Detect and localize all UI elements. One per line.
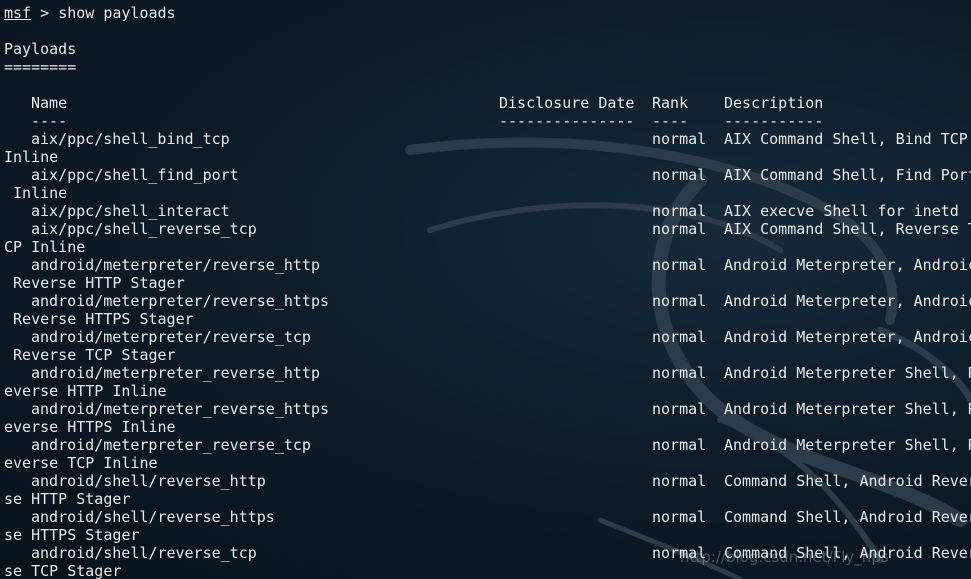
terminal-output[interactable]: msf > show payloads Payloads ======== Na… [0, 0, 971, 579]
wrapped-description: se TCP Stager [4, 562, 122, 579]
payload-description: AIX Command Shell, Find Port [724, 166, 971, 184]
payload-rank: normal [652, 508, 707, 526]
payload-name: android/meterpreter/reverse_tcp [31, 328, 311, 346]
payload-name: android/shell/reverse_tcp [31, 544, 257, 562]
header-description: Description [724, 94, 824, 112]
header-disclosure-date: Disclosure Date [499, 94, 635, 112]
wrapped-description: Reverse TCP Stager [4, 346, 176, 364]
header-name: Name [31, 94, 68, 112]
payload-rank: normal [652, 328, 707, 346]
command-text: show payloads [58, 4, 176, 22]
rule-name: ---- [31, 112, 68, 130]
payload-name: android/shell/reverse_https [31, 508, 275, 526]
wrapped-description: Reverse HTTP Stager [4, 274, 185, 292]
payload-rank: normal [652, 220, 707, 238]
payload-name: aix/ppc/shell_reverse_tcp [31, 220, 257, 238]
payload-name: aix/ppc/shell_interact [31, 202, 230, 220]
payload-rank: normal [652, 292, 707, 310]
payload-description: Android Meterpreter, Androic [724, 328, 971, 346]
payload-description: Command Shell, Android Rever [724, 472, 971, 490]
payload-name: android/meterpreter_reverse_tcp [31, 436, 311, 454]
wrapped-description: se HTTP Stager [4, 490, 131, 508]
payload-name: aix/ppc/shell_find_port [31, 166, 239, 184]
payload-description: AIX execve Shell for inetd [724, 202, 959, 220]
watermark-text: http://blog.csdn.net/Fly_hps [680, 548, 889, 566]
prompt-separator: > [31, 4, 59, 22]
msf-prompt: msf [4, 4, 32, 22]
wrapped-description: CP Inline [4, 238, 86, 256]
payload-rank: normal [652, 364, 707, 382]
rule-description: ----------- [724, 112, 824, 130]
payload-name: android/meterpreter_reverse_https [31, 400, 330, 418]
payload-rank: normal [652, 400, 707, 418]
payload-description: Android Meterpreter, Androic [724, 256, 971, 274]
payload-description: Android Meterpreter Shell, R [724, 364, 971, 382]
table-header-rule: ---- --------------- ---- ----------- [4, 112, 823, 130]
section-underline: ======== [4, 58, 77, 76]
wrapped-description: Inline [4, 148, 59, 166]
payload-description: Command Shell, Android Rever [724, 508, 971, 526]
payload-rank: normal [652, 202, 707, 220]
payload-rank: normal [652, 472, 707, 490]
rule-rank: ---- [652, 112, 689, 130]
payload-rank: normal [652, 130, 707, 148]
payload-name: aix/ppc/shell_bind_tcp [31, 130, 230, 148]
payload-rank: normal [652, 436, 707, 454]
payload-description: Android Meterpreter, Androic [724, 292, 971, 310]
payload-description: AIX Command Shell, Bind TCP [724, 130, 968, 148]
wrapped-description: Reverse HTTPS Stager [4, 310, 194, 328]
wrapped-description: Inline [4, 184, 68, 202]
wrapped-description: se HTTPS Stager [4, 526, 140, 544]
wrapped-description: everse HTTP Inline [4, 382, 167, 400]
payload-rank: normal [652, 166, 707, 184]
payload-description: Android Meterpreter Shell, R [724, 400, 971, 418]
table-header: Name Disclosure Date Rank Description [4, 94, 823, 112]
payload-name: android/meterpreter/reverse_http [31, 256, 320, 274]
payload-name: android/meterpreter/reverse_https [31, 292, 330, 310]
rule-disclosure-date: --------------- [499, 112, 635, 130]
payload-name: android/meterpreter_reverse_http [31, 364, 320, 382]
section-title: Payloads [4, 40, 77, 58]
payload-rank: normal [652, 256, 707, 274]
payload-name: android/shell/reverse_http [31, 472, 266, 490]
wrapped-description: everse TCP Inline [4, 454, 158, 472]
header-rank: Rank [652, 94, 689, 112]
payload-description: Android Meterpreter Shell, R [724, 436, 971, 454]
command-line: msf > show payloads [4, 4, 176, 22]
wrapped-description: everse HTTPS Inline [4, 418, 176, 436]
payload-description: AIX Command Shell, Reverse T [724, 220, 971, 238]
